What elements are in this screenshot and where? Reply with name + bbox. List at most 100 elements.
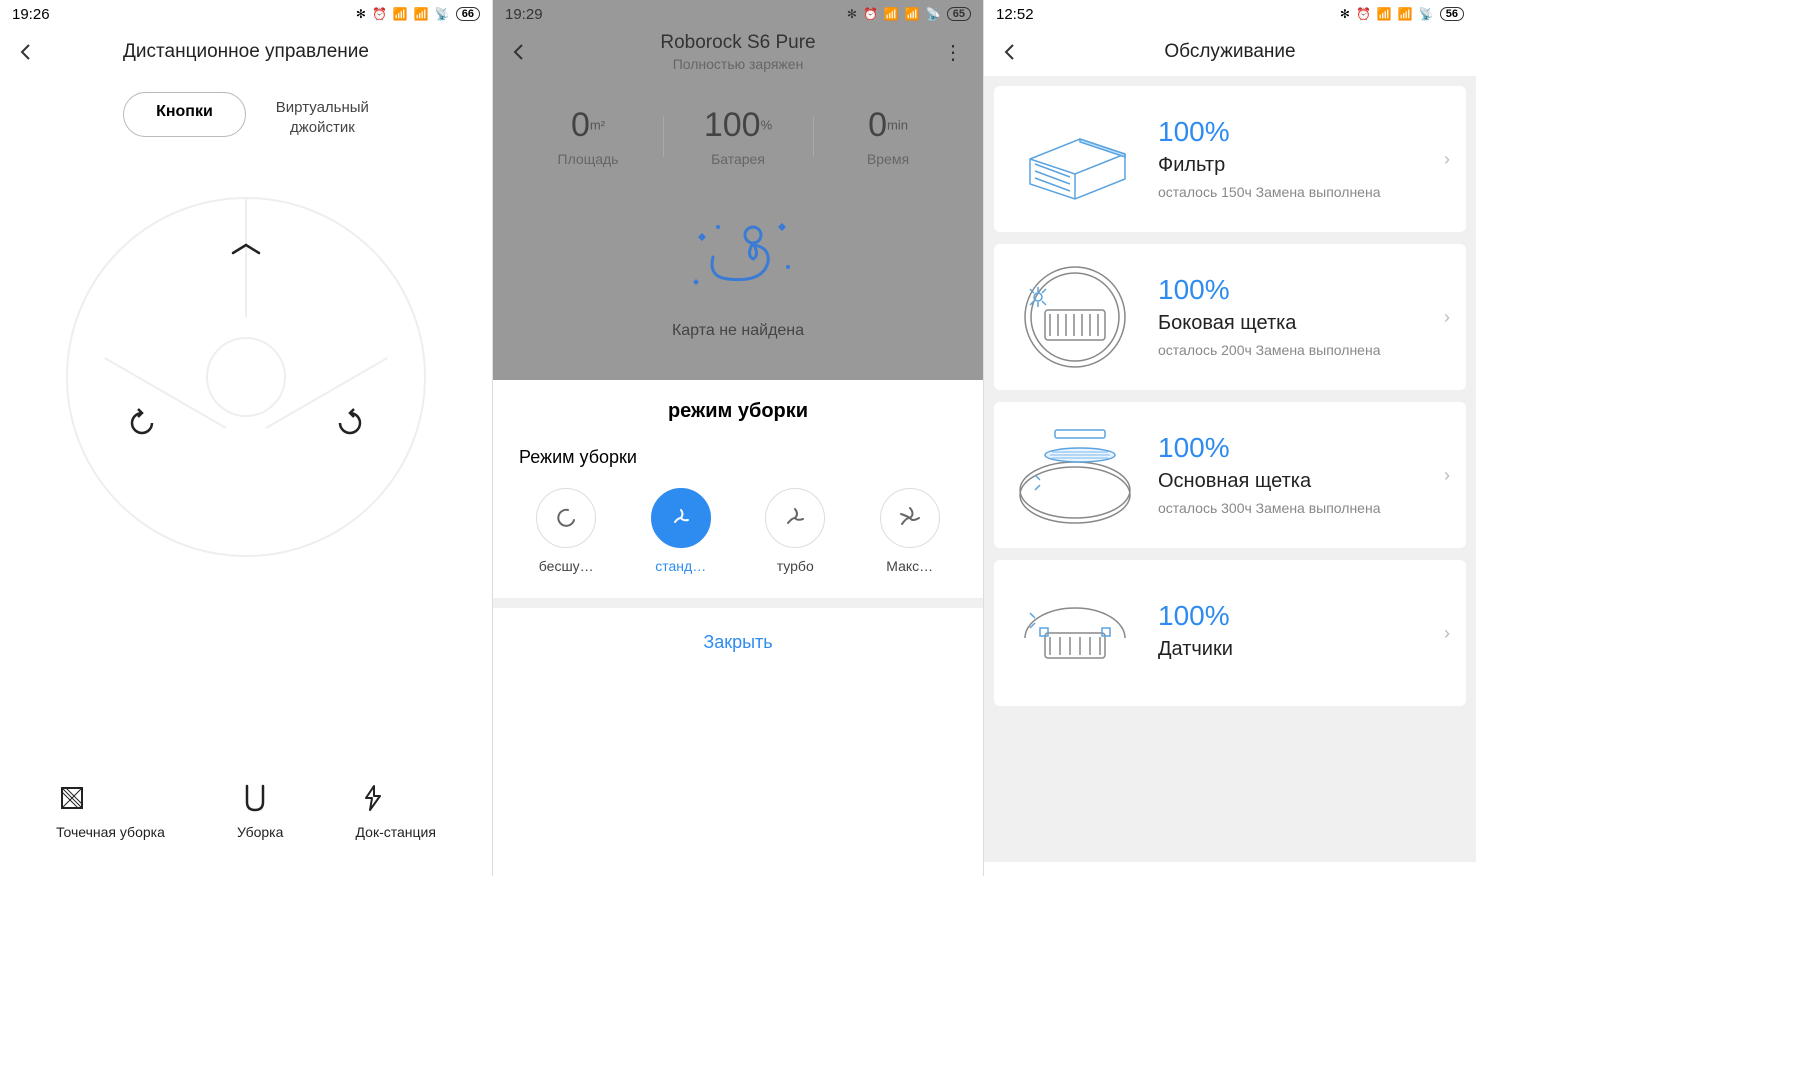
wifi-icon: 📡 bbox=[926, 7, 941, 21]
stat-area-value: 0 bbox=[571, 106, 590, 144]
bluetooth-icon: ✻ bbox=[847, 7, 857, 21]
spot-clean-icon bbox=[56, 782, 165, 814]
main-brush-percent: 100% bbox=[1158, 432, 1426, 464]
cleaning-modes: бесшу… станд… турбо Макс… bbox=[493, 478, 983, 598]
dock-label: Док-станция bbox=[356, 824, 436, 840]
clean-button[interactable]: Уборка bbox=[237, 782, 283, 840]
signal-icon: 📶 bbox=[884, 7, 899, 21]
signal-icon-2: 📶 bbox=[414, 7, 429, 21]
stat-time-value: 0 bbox=[868, 106, 887, 144]
sheet-title: режим уборки bbox=[493, 380, 983, 437]
mode-turbo[interactable]: турбо bbox=[750, 488, 840, 574]
page-title: Дистанционное управление bbox=[0, 41, 492, 63]
spot-clean-button[interactable]: Точечная уборка bbox=[56, 782, 165, 840]
maintenance-item-side-brush[interactable]: 100% Боковая щетка осталось 200ч Замена … bbox=[994, 244, 1466, 390]
mode-max[interactable]: Макс… bbox=[865, 488, 955, 574]
map-not-found-icon bbox=[668, 207, 808, 297]
clean-label: Уборка bbox=[237, 824, 283, 840]
back-button[interactable] bbox=[16, 42, 36, 62]
signal-icon-2: 📶 bbox=[1398, 7, 1413, 21]
signal-icon: 📶 bbox=[1377, 7, 1392, 21]
side-brush-desc: осталось 200ч Замена выполнена bbox=[1158, 341, 1426, 361]
map-message: Карта не найдена bbox=[493, 322, 983, 340]
filter-name: Фильтр bbox=[1158, 154, 1426, 177]
wifi-icon: 📡 bbox=[1419, 7, 1434, 21]
side-brush-percent: 100% bbox=[1158, 274, 1426, 306]
stat-battery: 100% Батарея bbox=[663, 106, 813, 167]
status-time: 19:29 bbox=[505, 6, 543, 23]
more-button[interactable]: ⋮ bbox=[943, 40, 963, 65]
dock-icon bbox=[356, 782, 436, 814]
mode-joystick[interactable]: Виртуальный джойстик bbox=[276, 92, 369, 137]
mode-standard-label: станд… bbox=[636, 558, 726, 574]
back-button[interactable] bbox=[1000, 42, 1020, 62]
page-title: Обслуживание bbox=[984, 41, 1476, 63]
alarm-icon: ⏰ bbox=[1356, 7, 1371, 21]
status-indicators: ✻ ⏰ 📶 📶 📡 65 bbox=[847, 7, 971, 21]
battery-indicator: 66 bbox=[456, 7, 480, 21]
mode-buttons[interactable]: Кнопки bbox=[123, 92, 246, 137]
map-area: Карта не найдена bbox=[493, 177, 983, 350]
screen-cleaning-mode: 19:29 ✻ ⏰ 📶 📶 📡 65 Roborock S6 Pure Полн… bbox=[492, 0, 984, 876]
sensors-percent: 100% bbox=[1158, 600, 1426, 632]
sheet-section-label: Режим уборки bbox=[493, 437, 983, 478]
status-bar: 19:26 ✻ ⏰ 📶 📶 📡 66 bbox=[0, 0, 492, 28]
dpad-center[interactable] bbox=[206, 337, 286, 417]
stat-battery-value: 100 bbox=[704, 106, 761, 144]
header: Roborock S6 Pure Полностью заряжен ⋮ bbox=[493, 28, 983, 76]
close-button[interactable]: Закрыть bbox=[493, 598, 983, 677]
alarm-icon: ⏰ bbox=[863, 7, 878, 21]
bluetooth-icon: ✻ bbox=[356, 7, 366, 21]
mode-turbo-icon bbox=[765, 488, 825, 548]
control-mode-toggle: Кнопки Виртуальный джойстик bbox=[0, 92, 492, 137]
status-bar: 12:52 ✻ ⏰ 📶 📶 📡 56 bbox=[984, 0, 1476, 28]
filter-desc: осталось 150ч Замена выполнена bbox=[1158, 183, 1426, 203]
mode-standard-icon bbox=[651, 488, 711, 548]
dpad-forward-button[interactable] bbox=[231, 242, 261, 256]
dpad-rotate-left-button[interactable] bbox=[126, 407, 158, 439]
mode-max-icon bbox=[880, 488, 940, 548]
back-button[interactable] bbox=[509, 42, 529, 62]
chevron-right-icon: › bbox=[1444, 307, 1450, 328]
main-brush-name: Основная щетка bbox=[1158, 470, 1426, 493]
main-brush-desc: осталось 300ч Замена выполнена bbox=[1158, 499, 1426, 519]
stat-area-label: Площадь bbox=[513, 151, 663, 167]
maintenance-item-sensors[interactable]: 100% Датчики › bbox=[994, 560, 1466, 706]
status-time: 19:26 bbox=[12, 6, 50, 23]
mode-silent[interactable]: бесшу… bbox=[521, 488, 611, 574]
stat-area: 0m² Площадь bbox=[513, 106, 663, 167]
bottom-actions: Точечная уборка Уборка Док-станция bbox=[0, 782, 492, 840]
status-indicators: ✻ ⏰ 📶 📶 📡 56 bbox=[1340, 7, 1464, 21]
maintenance-list[interactable]: 100% Фильтр осталось 150ч Замена выполне… bbox=[984, 76, 1476, 862]
screen-maintenance: 12:52 ✻ ⏰ 📶 📶 📡 56 Обслуживание 100% Фил… bbox=[984, 0, 1476, 876]
clean-icon bbox=[237, 782, 283, 814]
device-title: Roborock S6 Pure bbox=[493, 32, 983, 54]
sensors-name: Датчики bbox=[1158, 638, 1426, 661]
signal-icon: 📶 bbox=[393, 7, 408, 21]
status-bar: 19:29 ✻ ⏰ 📶 📶 📡 65 bbox=[493, 0, 983, 28]
stat-time: 0min Время bbox=[813, 106, 963, 167]
chevron-right-icon: › bbox=[1444, 149, 1450, 170]
maintenance-item-main-brush[interactable]: 100% Основная щетка осталось 300ч Замена… bbox=[994, 402, 1466, 548]
wifi-icon: 📡 bbox=[435, 7, 450, 21]
maintenance-item-filter[interactable]: 100% Фильтр осталось 150ч Замена выполне… bbox=[994, 86, 1466, 232]
dpad-rotate-right-button[interactable] bbox=[334, 407, 366, 439]
filter-percent: 100% bbox=[1158, 116, 1426, 148]
mode-max-label: Макс… bbox=[865, 558, 955, 574]
stats-row: 0m² Площадь 100% Батарея 0min Время bbox=[493, 76, 983, 177]
chevron-right-icon: › bbox=[1444, 465, 1450, 486]
spot-clean-label: Точечная уборка bbox=[56, 824, 165, 840]
stat-battery-label: Батарея bbox=[663, 151, 813, 167]
mode-turbo-label: турбо bbox=[750, 558, 840, 574]
header: Дистанционное управление bbox=[0, 28, 492, 76]
main-brush-icon bbox=[1010, 420, 1140, 530]
mode-standard[interactable]: станд… bbox=[636, 488, 726, 574]
dpad-control bbox=[0, 197, 492, 557]
status-time: 12:52 bbox=[996, 6, 1034, 23]
chevron-right-icon: › bbox=[1444, 623, 1450, 644]
signal-icon-2: 📶 bbox=[905, 7, 920, 21]
sensors-icon bbox=[1010, 578, 1140, 688]
side-brush-name: Боковая щетка bbox=[1158, 312, 1426, 335]
dock-button[interactable]: Док-станция bbox=[356, 782, 436, 840]
header: Обслуживание bbox=[984, 28, 1476, 76]
